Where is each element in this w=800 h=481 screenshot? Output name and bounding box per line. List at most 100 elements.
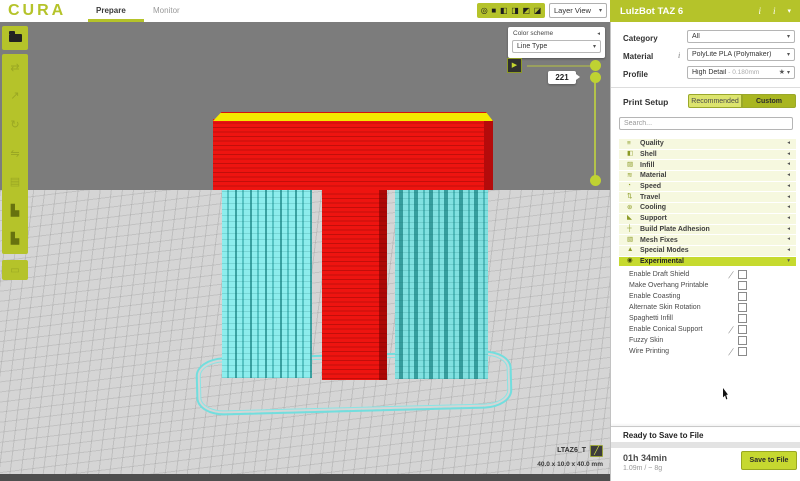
view-mode-dropdown[interactable]: Layer View ▾: [549, 3, 607, 18]
chevron-down-icon: ▾: [787, 52, 790, 58]
layer-slider-track[interactable]: [594, 77, 596, 180]
category-label: Speed: [640, 183, 787, 190]
material-value: PolyLite PLA (Polymaker): [692, 51, 787, 58]
settings-category-experimental[interactable]: ◉Experimental▾: [619, 257, 796, 267]
category-label: Mesh Fixes: [640, 237, 787, 244]
category-label: Build Plate Adhesion: [640, 226, 787, 233]
setting-label: Enable Conical Support: [629, 326, 703, 333]
rename-model-button[interactable]: ╱: [590, 445, 603, 457]
per-model-settings-icon[interactable]: ▤: [2, 168, 28, 197]
settings-category-mesh-fixes[interactable]: ▧Mesh Fixes◂: [619, 235, 796, 245]
print-settings-panel: Category All ▾ Material i PolyLite PLA (…: [610, 22, 800, 481]
chevron-left-icon: ◂: [787, 248, 790, 254]
material-dropdown[interactable]: PolyLite PLA (Polymaker) ▾: [687, 48, 795, 61]
mirror-tool-icon[interactable]: ⇋: [2, 140, 28, 169]
category-label: Special Modes: [640, 247, 787, 254]
settings-category-quality[interactable]: ≡Quality◂: [619, 139, 796, 149]
chevron-left-icon: ◂: [787, 141, 790, 147]
setting-row-make-overhang-printable: Make Overhang Printable: [619, 281, 796, 292]
save-to-file-button[interactable]: Save to File: [741, 451, 797, 470]
support-blocker-icon[interactable]: ▙: [2, 197, 28, 226]
machine-info-icon[interactable]: i: [758, 6, 761, 16]
profile-dropdown[interactable]: High Detail - 0.180mm ★ ▾: [687, 66, 795, 79]
recommended-mode-button[interactable]: Recommended: [688, 94, 742, 108]
material-info-icon[interactable]: i: [678, 51, 680, 60]
color-scheme-dropdown[interactable]: Line Type ▾: [512, 40, 601, 53]
speed-icon: ◔: [627, 183, 640, 190]
open-file-button[interactable]: [2, 26, 28, 50]
mesh-fixes-icon: ▧: [627, 237, 640, 244]
setting-row-alternate-skin-rotation: Alternate Skin Rotation: [619, 303, 796, 314]
setting-row-wire-printing: Wire Printing╱: [619, 347, 796, 358]
quality-icon: ≡: [627, 141, 640, 148]
settings-category-support[interactable]: ◣Support◂: [619, 214, 796, 224]
checkbox-enable-coasting[interactable]: [738, 292, 747, 301]
view-3d-icon[interactable]: ◎: [481, 7, 488, 15]
divider: [611, 87, 800, 88]
chevron-left-icon: ◂: [787, 227, 790, 233]
category-label: Infill: [640, 162, 787, 169]
checkbox-alternate-skin-rotation[interactable]: [738, 303, 747, 312]
model-t-bar-side-face: [484, 120, 493, 190]
model-list-button[interactable]: ▭: [2, 260, 28, 280]
layer-number-flag: 221: [548, 71, 576, 84]
settings-category-speed[interactable]: ◔Speed◂: [619, 182, 796, 192]
collapse-panel-icon[interactable]: ▾: [787, 7, 791, 15]
color-scheme-label: Color scheme: [513, 30, 553, 37]
category-label: Experimental: [640, 258, 787, 265]
link-icon: ╱: [728, 271, 733, 279]
settings-category-material[interactable]: ≋Material◂: [619, 171, 796, 181]
setting-row-enable-conical-support: Enable Conical Support╱: [619, 325, 796, 336]
settings-category-shell[interactable]: ◧Shell◂: [619, 150, 796, 160]
checkbox-enable-conical-support[interactable]: [738, 325, 747, 334]
move-tool-icon[interactable]: ⇄: [2, 54, 28, 83]
infill-icon: ▨: [627, 162, 640, 169]
chevron-left-icon: ◂: [787, 173, 790, 179]
model-t-bar[interactable]: [213, 119, 484, 190]
settings-category-build-plate-adhesion[interactable]: ┼Build Plate Adhesion◂: [619, 225, 796, 235]
custom-supports-icon[interactable]: ▙: [2, 225, 28, 254]
chevron-left-icon[interactable]: ◂: [597, 31, 600, 37]
settings-search-input[interactable]: [619, 117, 793, 130]
model-dimensions: 40.0 x 10.0 x 40.0 mm: [470, 461, 603, 468]
model-t-stem[interactable]: [322, 190, 387, 380]
tab-prepare[interactable]: Prepare: [96, 6, 126, 15]
rotate-tool-icon[interactable]: ↻: [2, 111, 28, 140]
checkbox-enable-draft-shield[interactable]: [738, 270, 747, 279]
active-tab-underline: [88, 19, 144, 22]
checkbox-make-overhang-printable[interactable]: [738, 281, 747, 290]
viewport-3d[interactable]: ⇄↗↻⇋▤▙▙ ▭ Color scheme ◂ Line Type ▾ ▶ 2…: [0, 22, 610, 481]
layer-slider-bottom-handle[interactable]: [590, 175, 601, 186]
view-top-icon[interactable]: ◩: [522, 7, 530, 15]
slicing-progress-bar: [611, 442, 800, 448]
chevron-left-icon: ◂: [787, 205, 790, 211]
checkbox-spaghetti-infill[interactable]: [738, 314, 747, 323]
chevron-down-icon: ▾: [787, 70, 790, 76]
color-scheme-panel: Color scheme ◂ Line Type ▾: [508, 27, 605, 58]
category-dropdown[interactable]: All ▾: [687, 30, 795, 43]
scale-tool-icon[interactable]: ↗: [2, 83, 28, 112]
view-left-icon[interactable]: ◧: [500, 7, 508, 15]
playback-slider-handle[interactable]: [590, 60, 601, 71]
experimental-settings-list: Enable Draft Shield ╱ Make Overhang Printa…: [619, 270, 796, 358]
chevron-left-icon: ◂: [787, 152, 790, 158]
checkbox-fuzzy-skin[interactable]: [738, 336, 747, 345]
profile-info-icon[interactable]: i: [773, 6, 776, 16]
settings-category-infill[interactable]: ▨Infill◂: [619, 160, 796, 170]
setting-label: Enable Draft Shield: [629, 271, 689, 278]
custom-mode-button[interactable]: Custom: [742, 94, 796, 108]
view-right-icon[interactable]: ◨: [511, 7, 519, 15]
mouse-cursor: [723, 388, 731, 400]
settings-category-special-modes[interactable]: ▲Special Modes◂: [619, 246, 796, 256]
material-icon: ≋: [627, 173, 640, 180]
playback-slider-track[interactable]: [527, 65, 593, 67]
tab-monitor[interactable]: Monitor: [153, 6, 180, 15]
view-front-icon[interactable]: ■: [491, 7, 496, 15]
checkbox-wire-printing[interactable]: [738, 347, 747, 356]
settings-category-cooling[interactable]: ⊛Cooling◂: [619, 203, 796, 213]
layer-play-button[interactable]: ▶: [507, 58, 522, 73]
view-bottom-icon[interactable]: ◪: [534, 7, 542, 15]
category-label: Material: [640, 172, 787, 179]
layer-slider-top-handle[interactable]: [590, 72, 601, 83]
settings-category-travel[interactable]: ⇅Travel◂: [619, 192, 796, 202]
